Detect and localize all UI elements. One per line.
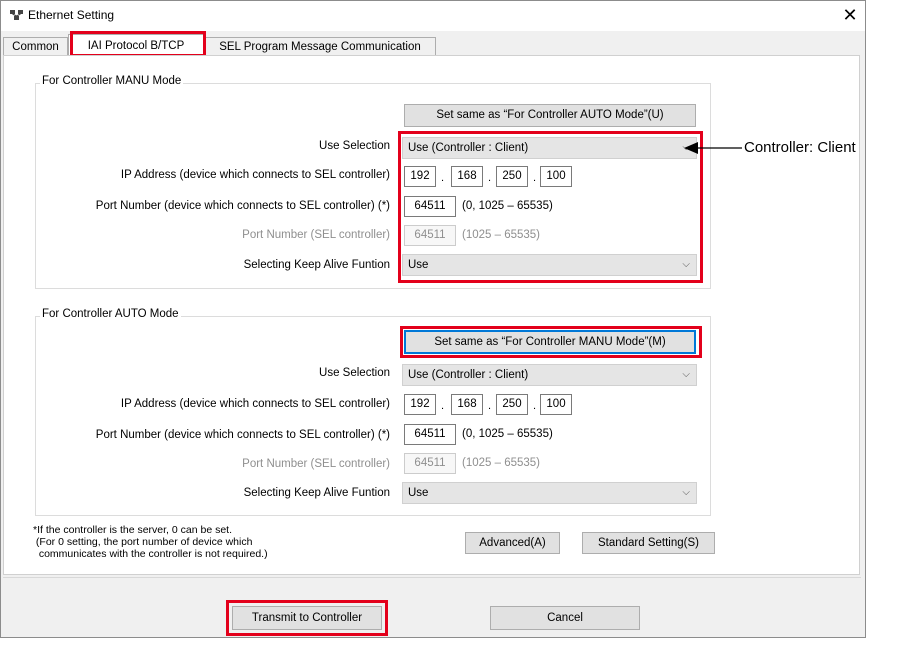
ip-dot: . (441, 172, 445, 184)
auto-port-range-hint: (0, 1025 – 65535) (462, 428, 553, 440)
set-same-as-auto-button[interactable]: Set same as “For Controller AUTO Mode”(U… (404, 104, 696, 127)
manu-ip-octet-1[interactable]: 192 (404, 166, 436, 187)
set-same-as-manu-button[interactable]: Set same as “For Controller MANU Mode”(M… (404, 330, 696, 354)
auto-keepalive-label: Selecting Keep Alive Funtion (243, 487, 390, 499)
cancel-button[interactable]: Cancel (490, 606, 640, 630)
ip-dot: . (533, 400, 537, 412)
manu-port-range-hint: (0, 1025 – 65535) (462, 200, 553, 212)
auto-ip-label: IP Address (device which connects to SEL… (120, 398, 390, 410)
auto-port-input[interactable]: 64511 (404, 424, 456, 445)
manu-ip-octet-3[interactable]: 250 (496, 166, 528, 187)
ip-dot: . (488, 172, 492, 184)
auto-ip-octet-1[interactable]: 192 (404, 394, 436, 415)
chevron-down-icon: ⌵ (682, 259, 690, 270)
title-bar (1, 1, 865, 31)
left-arrow-icon (684, 142, 742, 154)
chevron-down-icon: ⌵ (682, 487, 690, 498)
manu-use-selection-value: Use (Controller : Client) (408, 142, 529, 154)
manu-port-input[interactable]: 64511 (404, 196, 456, 217)
manu-keepalive-value: Use (408, 259, 429, 271)
group-auto-label: For Controller AUTO Mode (40, 308, 181, 320)
auto-ip-octet-4[interactable]: 100 (540, 394, 572, 415)
manu-use-selection-dropdown[interactable]: Use (Controller : Client) ⌵ (402, 137, 697, 159)
manu-use-selection-label: Use Selection (319, 140, 390, 152)
manu-ip-label: IP Address (device which connects to SEL… (120, 169, 390, 181)
manu-keepalive-dropdown[interactable]: Use ⌵ (402, 254, 697, 276)
tab-sel-program-message[interactable]: SEL Program Message Communication (204, 37, 436, 56)
ip-dot: . (488, 400, 492, 412)
transmit-to-controller-button[interactable]: Transmit to Controller (232, 606, 382, 630)
manu-ip-octet-2[interactable]: 168 (451, 166, 483, 187)
auto-ip-octet-2[interactable]: 168 (451, 394, 483, 415)
manu-ip-octet-4[interactable]: 100 (540, 166, 572, 187)
chevron-down-icon: ⌵ (682, 369, 690, 380)
ethernet-app-icon (10, 10, 23, 20)
group-manu-label: For Controller MANU Mode (40, 75, 184, 87)
manu-sel-port-label: Port Number (SEL controller) (242, 229, 390, 241)
ip-dot: . (533, 172, 537, 184)
auto-use-selection-value: Use (Controller : Client) (408, 369, 529, 381)
auto-ip-octet-3[interactable]: 250 (496, 394, 528, 415)
auto-sel-port-range-hint: (1025 – 65535) (462, 457, 541, 469)
advanced-button[interactable]: Advanced(A) (465, 532, 560, 554)
manu-sel-port-input: 64511 (404, 225, 456, 246)
close-icon[interactable]: ✕ (838, 3, 862, 27)
auto-port-label: Port Number (device which connects to SE… (95, 429, 390, 441)
tab-common[interactable]: Common (3, 37, 68, 56)
auto-sel-port-label: Port Number (SEL controller) (242, 458, 390, 470)
auto-sel-port-input: 64511 (404, 453, 456, 474)
ip-dot: . (441, 400, 445, 412)
manu-sel-port-range-hint: (1025 – 65535) (462, 229, 541, 241)
callout-label: Controller: Client (744, 139, 856, 156)
auto-keepalive-value: Use (408, 487, 429, 499)
auto-keepalive-dropdown[interactable]: Use ⌵ (402, 482, 697, 504)
auto-use-selection-dropdown[interactable]: Use (Controller : Client) ⌵ (402, 364, 697, 386)
standard-setting-button[interactable]: Standard Setting(S) (582, 532, 715, 554)
window-title: Ethernet Setting (28, 8, 115, 22)
tab-iai-protocol[interactable]: IAI Protocol B/TCP (68, 34, 204, 56)
manu-keepalive-label: Selecting Keep Alive Funtion (243, 259, 390, 271)
auto-use-selection-label: Use Selection (319, 367, 390, 379)
manu-port-label: Port Number (device which connects to SE… (95, 200, 390, 212)
footer-separator (3, 577, 861, 578)
footnote-text: *If the controller is the server, 0 can … (33, 524, 268, 560)
